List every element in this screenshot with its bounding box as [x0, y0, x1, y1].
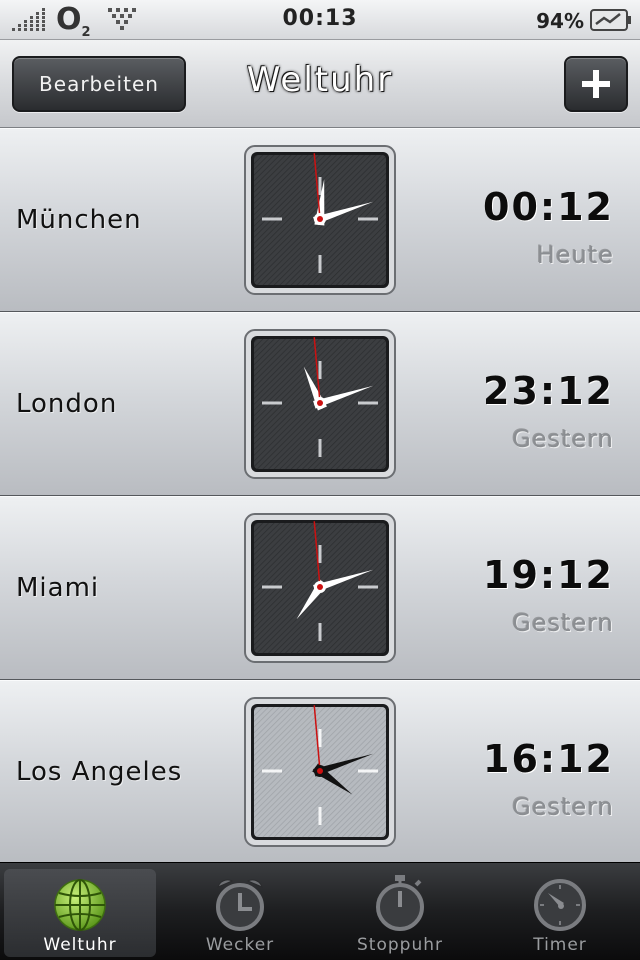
battery-percentage: 94% — [536, 9, 584, 33]
tab-label: Wecker — [205, 935, 275, 955]
tab-wecker[interactable]: Wecker — [164, 869, 316, 957]
alarm-clock-icon — [216, 879, 264, 931]
city-row[interactable]: London 23:12 Gestern — [0, 312, 640, 496]
city-time: 00:12 — [483, 185, 614, 229]
tab-label: Timer — [533, 935, 587, 955]
navigation-bar: Bearbeiten Weltuhr — [0, 40, 640, 128]
city-row[interactable]: Los Angeles 16:12 Gestern — [0, 680, 640, 864]
status-bar: O2 00:13 94% — [0, 0, 640, 40]
tab-timer[interactable]: Timer — [484, 869, 636, 957]
tab-weltuhr[interactable]: Weltuhr — [4, 869, 156, 957]
city-name: Los Angeles — [16, 757, 183, 787]
tab-stoppuhr[interactable]: Stoppuhr — [324, 869, 476, 957]
tab-label: Weltuhr — [43, 935, 117, 955]
city-name: London — [16, 389, 118, 419]
city-name: München — [16, 205, 142, 235]
city-time: 16:12 — [483, 737, 614, 781]
analog-clock-icon — [244, 329, 396, 479]
city-name: Miami — [16, 573, 100, 603]
stopwatch-icon — [376, 875, 424, 931]
city-day: Gestern — [512, 793, 614, 821]
city-row[interactable]: München 00:12 Heute — [0, 128, 640, 312]
analog-clock-icon — [244, 145, 396, 295]
analog-clock-icon — [244, 513, 396, 663]
page-title: Weltuhr — [246, 60, 394, 100]
timer-icon — [534, 879, 586, 931]
analog-clock-icon — [244, 697, 396, 847]
globe-icon — [54, 879, 106, 931]
city-day: Gestern — [512, 425, 614, 453]
add-city-button[interactable] — [564, 56, 628, 112]
city-day: Heute — [536, 241, 614, 269]
tab-bar: Weltuhr Wecker Stoppuhr Timer — [0, 862, 640, 960]
city-row[interactable]: Miami 19:12 Gestern — [0, 496, 640, 680]
city-time: 23:12 — [483, 369, 614, 413]
city-day: Gestern — [512, 609, 614, 637]
city-time: 19:12 — [483, 553, 614, 597]
battery-charging-icon — [590, 9, 631, 31]
tab-label: Stoppuhr — [357, 935, 443, 955]
